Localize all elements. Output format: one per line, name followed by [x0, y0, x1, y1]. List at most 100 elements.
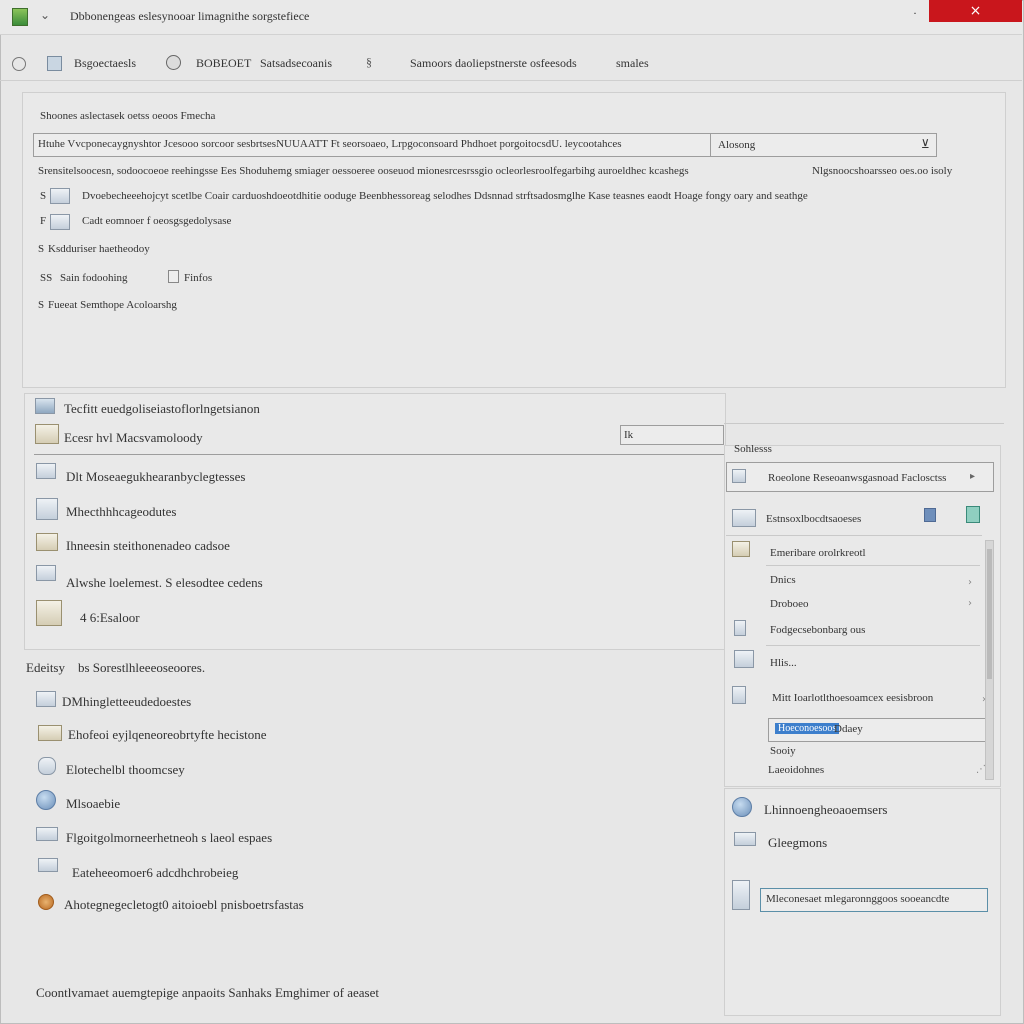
- divider: [766, 565, 980, 566]
- field-label: Laeoidohnes: [768, 764, 825, 776]
- list-item[interactable]: Eateheeomoer6 adcdhchrobeieg: [72, 865, 238, 881]
- top-panel-description-right: Nlgsnoocshoarsseo oes.oo isoly: [812, 165, 953, 177]
- chevron-right-icon: ›: [968, 577, 972, 588]
- right-list-item[interactable]: Droboeo: [770, 598, 809, 610]
- document-icon: [50, 188, 70, 204]
- chevron-right-icon[interactable]: ▸: [970, 471, 975, 482]
- main-path-right-value: Alosong: [718, 139, 756, 151]
- list-icon: [36, 463, 56, 479]
- list-item[interactable]: DMhingletteeudedoestes: [62, 694, 191, 710]
- divider: [724, 423, 1004, 424]
- list-item[interactable]: Alwshe loelemest. S elesodtee cedens: [66, 575, 263, 591]
- app-logo-icon: [12, 8, 28, 26]
- right-list-item[interactable]: Fodgecsebonbarg ous: [770, 624, 865, 636]
- folder-icon: [47, 56, 62, 71]
- toolbar-item-sats[interactable]: Satsadsecoanis: [260, 56, 332, 71]
- toolbar-item-bobeoet[interactable]: BOBEOET: [196, 56, 251, 71]
- selected-chip[interactable]: Hoeconoesoos: [775, 723, 840, 734]
- row-prefix: S: [38, 299, 45, 311]
- document-icon: [50, 214, 70, 230]
- field-divider: [710, 134, 711, 156]
- calendar-icon: [36, 498, 58, 520]
- list-item[interactable]: Mlsoaebie: [66, 796, 120, 812]
- document-icon: [36, 565, 56, 581]
- section-header: Edeitsy: [26, 660, 65, 675]
- right-list-item[interactable]: Hlis...: [770, 657, 797, 669]
- filter-input-value: Ik: [624, 429, 634, 441]
- divider: [726, 535, 982, 536]
- top-panel-row[interactable]: Dvoebecheeehojcyt scetlbe Coair carduosh…: [82, 190, 872, 202]
- filter-input[interactable]: [620, 425, 724, 445]
- list-item[interactable]: Ahotegnegecletogt0 aitoioebl pnisboetrsf…: [64, 897, 304, 913]
- globe-icon: [36, 790, 56, 810]
- book-icon: [732, 509, 756, 527]
- bottom-right-field-value: Mleconesaet mlegaronnggoos sooeancdte: [766, 893, 950, 905]
- notebook-icon: [35, 424, 59, 444]
- minimize-button[interactable]: ·: [908, 6, 922, 21]
- footer-status: Coontlvamaet auemgtepige anpaoits Sanhak…: [36, 985, 379, 1000]
- field-label: Sooiy: [770, 745, 796, 757]
- scrollbar-thumb[interactable]: [987, 549, 992, 679]
- toolbar-item-smales[interactable]: smales: [616, 56, 649, 71]
- device-icon: [732, 880, 750, 910]
- settings-icon: [166, 55, 181, 70]
- list-item[interactable]: Ihneesin steithonenadeo cadsoe: [66, 538, 230, 554]
- top-panel-heading: Shoones aslectasek oetss oeoos Fmecha: [40, 110, 216, 122]
- list-item[interactable]: Mhecthhhcageodutes: [66, 504, 176, 520]
- toolbar-item-samoors[interactable]: Samoors daoliepstnerste osfeesods: [410, 56, 577, 71]
- row-prefix: SS: [40, 272, 53, 284]
- image-icon: [35, 398, 55, 414]
- divider: [766, 645, 980, 646]
- middle-panel-title: Tecfitt euedgoliseiastoflorlngetsianon: [64, 401, 260, 416]
- user-icon: [732, 469, 746, 483]
- folder-open-icon: [732, 541, 750, 557]
- edit-icon[interactable]: [966, 506, 980, 523]
- window-title: Dbbonengeas eslesynooar limagnithe sorgs…: [70, 9, 310, 23]
- right-panel-header: Sohlesss: [734, 443, 772, 455]
- phone-icon: [732, 686, 746, 704]
- right-lower-item[interactable]: Lhinnoengheoaoemsers: [764, 802, 887, 818]
- row-prefix: F: [40, 215, 47, 227]
- save-icon[interactable]: [924, 508, 936, 522]
- note-icon: [36, 533, 58, 551]
- top-panel-row-extra[interactable]: Finfos: [184, 272, 212, 284]
- keyboard-icon: [734, 832, 756, 846]
- search-field-value[interactable]: Ecesr hvl Macsvamoloody: [64, 430, 203, 446]
- clipboard-icon: [36, 600, 62, 626]
- attachment-icon: [734, 620, 746, 636]
- refresh-icon[interactable]: [12, 57, 26, 71]
- list-item[interactable]: Ehofeoi eyjlqeneoreobrtyfte hecistone: [68, 727, 267, 743]
- list-icon: [36, 691, 56, 707]
- section-subheader: bs Sorestlhleeeoseoores.: [78, 660, 206, 675]
- right-list-item[interactable]: Dnics: [770, 574, 796, 586]
- dropdown-caret-icon[interactable]: ⊻: [921, 137, 930, 151]
- file-icon: [168, 270, 179, 283]
- right-panel-scrollbar[interactable]: [985, 540, 994, 780]
- globe-icon: [732, 797, 752, 817]
- top-panel-description: Srensitelsoocesn, sodoocoeoe reehingsse …: [38, 165, 689, 177]
- top-panel-row[interactable]: Ksdduriser haetheodoy: [48, 243, 150, 255]
- row-prefix: S: [38, 243, 45, 255]
- folder-icon: [38, 725, 62, 741]
- printer-icon: [38, 858, 58, 872]
- field-underline: [34, 454, 724, 455]
- right-subheader: Emeribare orolrkreotl: [770, 547, 866, 559]
- right-lower-item[interactable]: Gleegmons: [768, 835, 827, 851]
- warning-icon: [38, 894, 54, 910]
- top-panel-row[interactable]: Sain fodoohing: [60, 272, 128, 284]
- close-button[interactable]: ×: [929, 0, 1022, 22]
- tools-icon: [734, 650, 754, 668]
- list-item[interactable]: Elotechelbl thoomcsey: [66, 762, 185, 778]
- top-panel-row[interactable]: Cadt eomnoer f oeosgsgedolysase: [82, 215, 231, 227]
- keyboard-icon: [36, 827, 58, 841]
- top-panel-row[interactable]: Fueeat Semthope Acoloarshg: [48, 299, 177, 311]
- toolbar-item-projects[interactable]: Bsgoectaesls: [74, 56, 136, 71]
- list-item[interactable]: 4 6:Esaloor: [80, 610, 140, 626]
- chevron-down-icon[interactable]: ⌄: [40, 8, 50, 23]
- help-icon: §: [366, 55, 372, 69]
- profile-dropdown-value: Roeolone Reseoanwsgasnoad Faclosctss: [768, 472, 947, 484]
- list-item[interactable]: Dlt Moseaegukhearanbyclegtesses: [66, 469, 245, 485]
- list-item[interactable]: Flgoitgolmorneerhetneoh s laeol espaes: [66, 830, 272, 846]
- user-icon: [38, 757, 56, 775]
- right-list-item[interactable]: Mitt Ioarlotlthoesoamcex eesisbroon: [772, 692, 933, 704]
